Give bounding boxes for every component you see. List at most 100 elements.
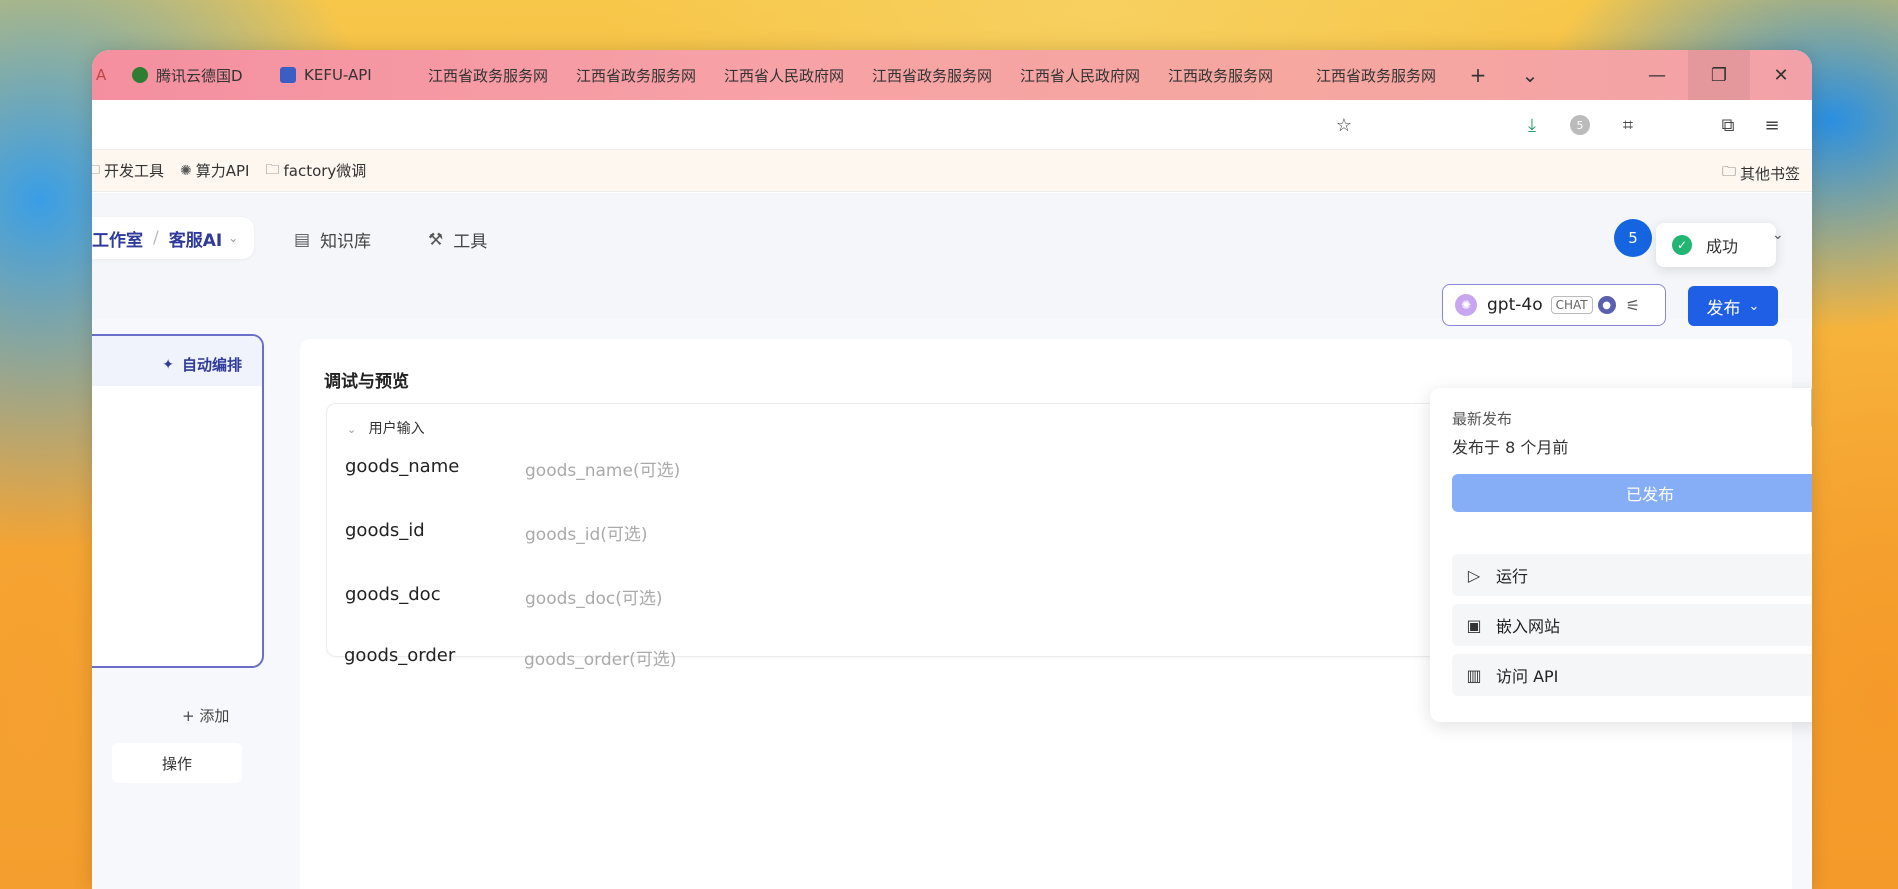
publish-label: 发布 <box>1706 298 1741 319</box>
download-icon[interactable]: ⤓ <box>1520 113 1544 137</box>
book-icon: ▤ <box>294 229 311 250</box>
action-header: 操作 <box>112 743 242 783</box>
chevron-down-icon: ⌄ <box>347 423 357 436</box>
window-controls: — ❐ ✕ <box>1626 50 1812 100</box>
model-tag: CHAT <box>1550 296 1593 314</box>
run-label: 运行 <box>1496 567 1529 586</box>
field-key: goods_order <box>344 645 456 666</box>
access-api-item[interactable]: ▥ 访问 API ↗ <box>1452 654 1812 696</box>
goods-id-input[interactable]: goods_id(可选) <box>525 520 648 545</box>
nav-knowledge-base[interactable]: ▤ 知识库 <box>294 227 372 253</box>
bookmark-dev-tools[interactable]: 🗀 开发工具 <box>92 159 164 183</box>
bookmarks-bar: 🗀 开发工具 ✺ 算力API 🗀 factory微调 🗀 其他书签 <box>92 150 1812 192</box>
tab-4-label: 江西省政务服务网 <box>576 66 697 85</box>
field-row: goods_doc goods_doc(可选) <box>345 584 663 609</box>
sparkle-icon: ✦ <box>162 356 174 373</box>
new-tab-button[interactable]: + <box>1452 50 1504 100</box>
chevron-down-icon[interactable]: ⌄ <box>228 231 238 245</box>
bookmark-label: 开发工具 <box>104 162 165 180</box>
bookmark-label: 算力API <box>195 162 250 180</box>
breadcrumb-current[interactable]: 客服AI <box>169 226 222 251</box>
api-label: 访问 API <box>1496 667 1559 686</box>
field-key: goods_id <box>345 520 425 541</box>
bookmark-compute-api[interactable]: ✺ 算力API <box>180 160 249 181</box>
model-selector[interactable]: ✺ gpt-4o CHAT ● ⚟ <box>1442 284 1666 326</box>
shield-icon <box>132 67 148 83</box>
user-input-label: 用户输入 <box>368 421 425 437</box>
published-time: 发布于 8 个月前 <box>1452 438 1569 457</box>
user-input-header[interactable]: ⌄ 用户输入 <box>347 418 425 438</box>
extension-badge[interactable]: 5 <box>1568 113 1592 137</box>
folder-icon: 🗀 <box>92 161 100 178</box>
openai-icon: ✺ <box>1455 294 1477 316</box>
preview-title: 调试与预览 <box>324 372 409 392</box>
run-item[interactable]: ▷ 运行 ↗ <box>1452 554 1812 596</box>
publish-dropdown: 最新发布 发布于 8 个月前 恢复 已发布 ▷ 运行 ↗ ▣ 嵌入网站 ↗ ▥ … <box>1430 388 1812 722</box>
minimize-button[interactable]: — <box>1626 50 1688 100</box>
tab-2[interactable]: KEFU-API <box>268 50 416 100</box>
auto-layout-label: 自动编排 <box>181 356 242 374</box>
goods-name-input[interactable]: goods_name(可选) <box>525 456 680 481</box>
mouse-cursor-icon <box>1811 388 1812 427</box>
tab-0-label: A <box>96 66 107 84</box>
nav-label: 工具 <box>453 232 488 252</box>
tab-1[interactable]: 腾讯云德国D <box>120 50 268 100</box>
tab-0[interactable]: A <box>92 50 120 100</box>
auto-layout-button[interactable]: ✦ 自动编排 <box>162 354 242 375</box>
doc-icon: ▥ <box>1466 665 1482 685</box>
avatar[interactable]: 5 <box>1614 219 1652 257</box>
settings-sliders-icon[interactable]: ⚟ <box>1626 296 1640 315</box>
published-button[interactable]: 已发布 <box>1452 474 1812 512</box>
star-icon[interactable]: ☆ <box>1332 113 1356 137</box>
chevron-down-icon: ⌄ <box>1748 298 1760 314</box>
chevron-down-icon[interactable]: ⌄ <box>1772 227 1784 243</box>
model-name: gpt-4o <box>1487 295 1543 315</box>
tab-8[interactable]: 江西政务服务网 <box>1156 50 1304 100</box>
tab-9-label: 江西省政务服务网 <box>1316 66 1437 85</box>
extensions-icon[interactable]: ⧉ <box>1716 113 1740 137</box>
tab-9[interactable]: 江西省政务服务网 <box>1304 50 1452 100</box>
publish-button[interactable]: 发布 ⌄ <box>1688 286 1778 326</box>
tab-7[interactable]: 江西省人民政府网 <box>1008 50 1156 100</box>
tab-5[interactable]: 江西省人民政府网 <box>712 50 860 100</box>
close-button[interactable]: ✕ <box>1750 50 1812 100</box>
goods-order-input[interactable]: goods_order(可选) <box>524 645 676 670</box>
tab-2-label: KEFU-API <box>304 66 372 84</box>
tab-8-label: 江西政务服务网 <box>1168 66 1274 85</box>
tab-4[interactable]: 江西省政务服务网 <box>564 50 712 100</box>
other-bookmarks-label: 其他书签 <box>1739 164 1800 183</box>
tab-3[interactable]: 江西省政务服务网 <box>416 50 564 100</box>
check-icon: ✓ <box>1672 235 1692 255</box>
play-icon: ▷ <box>1467 565 1481 585</box>
address-bar[interactable]: ☆ ⤓ 5 ⌗ ⧉ ≡ <box>92 100 1812 150</box>
field-key: goods_name <box>345 456 460 477</box>
folder-icon: 🗀 <box>1721 164 1736 180</box>
bookmark-label: factory微调 <box>283 162 367 180</box>
tool-icon: ⚒ <box>428 229 444 250</box>
embed-label: 嵌入网站 <box>1496 617 1561 636</box>
field-row: goods_order goods_order(可选) <box>344 645 676 670</box>
list-tabs-button[interactable]: ⌄ <box>1504 50 1556 100</box>
field-row: goods_id goods_id(可选) <box>345 520 648 545</box>
nav-tools[interactable]: ⚒ 工具 <box>428 227 488 253</box>
other-bookmarks[interactable]: 🗀 其他书签 <box>1722 161 1800 185</box>
nav-label: 知识库 <box>320 232 372 252</box>
embed-website-item[interactable]: ▣ 嵌入网站 ↗ <box>1452 604 1812 646</box>
field-row: goods_name goods_name(可选) <box>345 456 680 481</box>
tab-6[interactable]: 江西省政务服务网 <box>860 50 1008 100</box>
breadcrumb: 工作室 / 客服AI ⌄ <box>92 217 255 259</box>
crop-icon[interactable]: ⌗ <box>1616 113 1640 137</box>
add-button[interactable]: + 添加 <box>182 705 229 726</box>
restore-button[interactable]: ❐ <box>1688 50 1750 100</box>
toast-text: 成功 <box>1706 237 1739 256</box>
breadcrumb-workspace[interactable]: 工作室 <box>92 226 143 251</box>
tab-7-label: 江西省人民政府网 <box>1020 66 1141 85</box>
tab-strip: A 腾讯云德国D KEFU-API 江西省政务服务网 江西省政务服务网 江西省人… <box>92 50 1812 100</box>
bookmark-factory[interactable]: 🗀 factory微调 <box>265 159 366 183</box>
menu-icon[interactable]: ≡ <box>1760 113 1784 137</box>
tab-3-label: 江西省政务服务网 <box>428 66 549 85</box>
goods-doc-input[interactable]: goods_doc(可选) <box>525 584 663 609</box>
breadcrumb-separator: / <box>153 228 159 248</box>
latest-publish-label: 最新发布 <box>1452 410 1513 428</box>
extension-badge-count: 5 <box>1570 115 1590 135</box>
